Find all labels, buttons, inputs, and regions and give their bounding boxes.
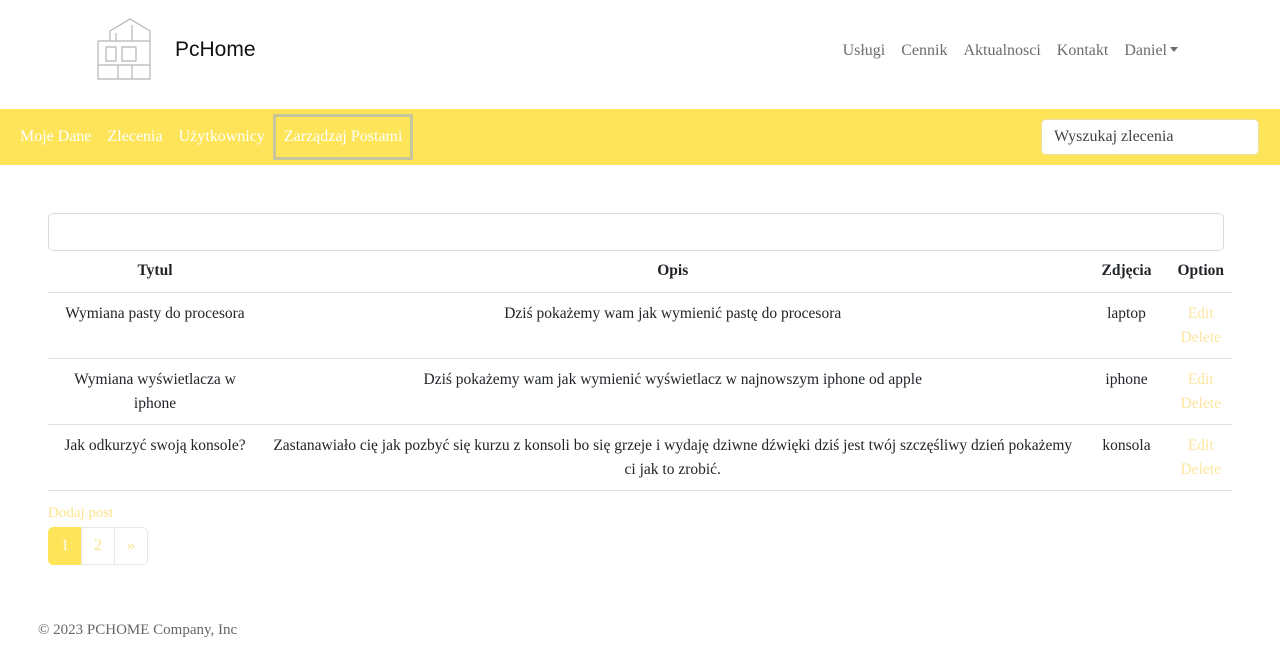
nav-cennik[interactable]: Cennik	[901, 42, 947, 60]
add-post-link[interactable]: Dodaj post	[48, 505, 113, 522]
row-options: Edit Delete	[1169, 292, 1232, 359]
search-input[interactable]	[1041, 119, 1259, 155]
delete-link[interactable]: Delete	[1177, 458, 1224, 482]
col-option-header: Option	[1169, 251, 1232, 293]
nav-uzytkownicy[interactable]: Użytkownicy	[171, 120, 273, 154]
edit-link[interactable]: Edit	[1177, 434, 1224, 458]
top-nav: Usługi Cennik Aktualnosci Kontakt Daniel	[843, 42, 1178, 60]
next-page-button[interactable]: »	[114, 527, 148, 565]
row-description: Dziś pokażemy wam jak wymienić pastę do …	[262, 292, 1084, 359]
user-dropdown[interactable]: Daniel	[1124, 42, 1178, 60]
row-options: Edit Delete	[1169, 358, 1232, 425]
nav-zlecenia[interactable]: Zlecenia	[100, 120, 171, 154]
admin-nav-bar: Moje Dane Zlecenia Użytkownicy Zarządzaj…	[0, 109, 1280, 165]
pagination: 1 2 »	[48, 527, 148, 565]
delete-link[interactable]: Delete	[1177, 326, 1224, 350]
user-name: Daniel	[1124, 42, 1167, 59]
row-title: Wymiana pasty do procesora	[48, 292, 262, 359]
col-title-header: Tytul	[48, 251, 262, 293]
edit-link[interactable]: Edit	[1177, 368, 1224, 392]
row-description: Zastanawiało cię jak pozbyć się kurzu z …	[262, 424, 1084, 491]
top-header: PcHome Usługi Cennik Aktualnosci Kontakt…	[0, 0, 1280, 109]
nav-moje-dane[interactable]: Moje Dane	[12, 120, 100, 154]
nav-kontakt[interactable]: Kontakt	[1057, 42, 1109, 60]
page-2-button[interactable]: 2	[81, 527, 115, 565]
delete-link[interactable]: Delete	[1177, 392, 1224, 416]
col-desc-header: Opis	[262, 251, 1084, 293]
brand-name[interactable]: PcHome	[175, 38, 256, 62]
row-image: iphone	[1083, 358, 1170, 425]
house-logo-icon[interactable]	[96, 17, 152, 81]
nav-uslugi[interactable]: Usługi	[843, 42, 886, 60]
caret-down-icon	[1170, 47, 1178, 52]
edit-link[interactable]: Edit	[1177, 302, 1224, 326]
footer-copyright: © 2023 PCHOME Company, Inc	[38, 622, 238, 638]
row-image: konsola	[1083, 424, 1170, 491]
page-1-button[interactable]: 1	[48, 527, 82, 565]
row-title: Wymiana wyświetlacza w iphone	[48, 358, 262, 425]
table-row: Wymiana wyświetlacza w iphone Dziś pokaż…	[48, 358, 1232, 425]
row-options: Edit Delete	[1169, 424, 1232, 491]
row-description: Dziś pokażemy wam jak wymienić wyświetla…	[262, 358, 1084, 425]
row-image: laptop	[1083, 292, 1170, 359]
table-row: Jak odkurzyć swoją konsole? Zastanawiało…	[48, 424, 1232, 491]
row-title: Jak odkurzyć swoją konsole?	[48, 424, 262, 491]
nav-zarzadzaj-postami[interactable]: Zarządzaj Postami	[272, 114, 414, 160]
posts-table: Tytul Opis Zdjęcia Option Wymiana pasty …	[48, 251, 1232, 491]
col-images-header: Zdjęcia	[1083, 251, 1170, 293]
nav-aktualnosci[interactable]: Aktualnosci	[963, 42, 1040, 60]
empty-panel	[48, 213, 1224, 251]
table-row: Wymiana pasty do procesora Dziś pokażemy…	[48, 292, 1232, 359]
